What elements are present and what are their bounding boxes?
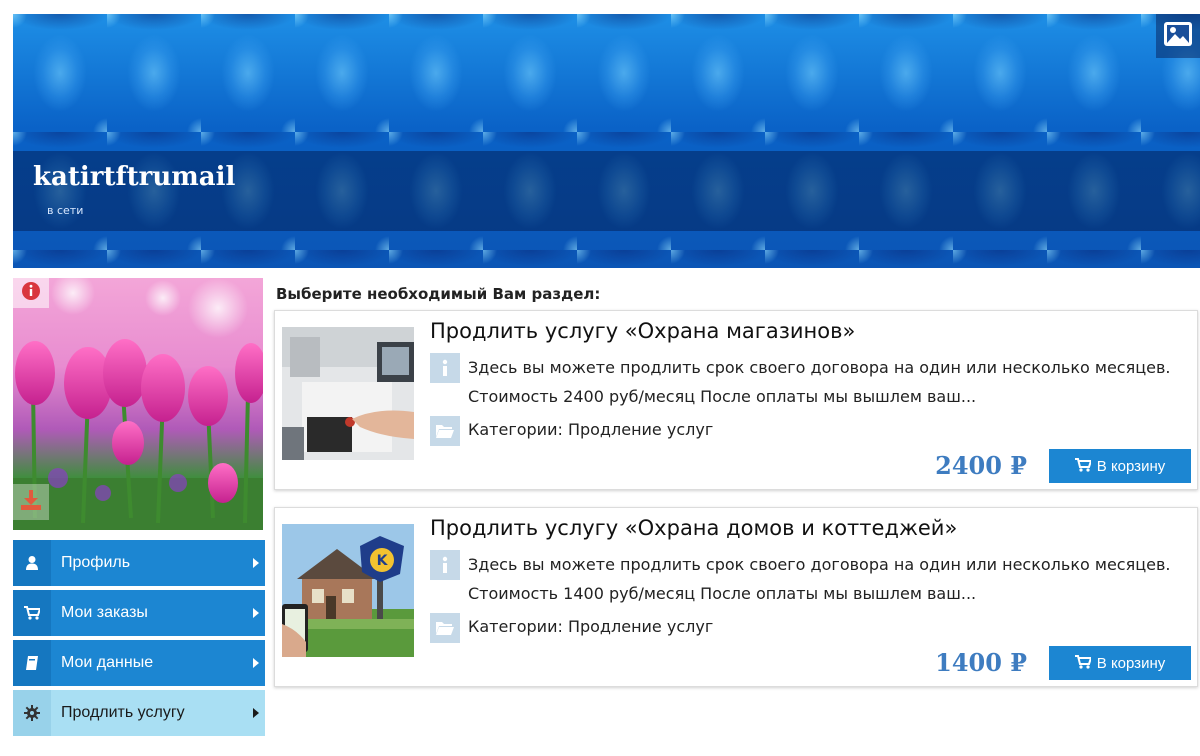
book-icon bbox=[13, 640, 51, 686]
username: katirtftrumail bbox=[33, 162, 236, 192]
product-description: Здесь вы можете продлить срок своего дог… bbox=[468, 358, 1171, 406]
cart-icon bbox=[13, 590, 51, 636]
cart-icon bbox=[1074, 457, 1093, 476]
chevron-right-icon bbox=[253, 708, 259, 718]
add-to-cart-button[interactable]: В корзину bbox=[1049, 449, 1191, 483]
avatar bbox=[13, 278, 263, 530]
product-price: 1400 ₽ bbox=[935, 648, 1027, 677]
product-category[interactable]: Категории: Продление услуг bbox=[468, 617, 713, 636]
info-icon bbox=[21, 281, 41, 305]
download-icon bbox=[19, 489, 43, 515]
product-category[interactable]: Категории: Продление услуг bbox=[468, 420, 713, 439]
sidebar-item-orders[interactable]: Мои заказы bbox=[13, 590, 265, 636]
change-cover-button[interactable] bbox=[1156, 14, 1200, 58]
sidebar-item-label: Мои данные bbox=[61, 654, 154, 671]
chevron-right-icon bbox=[253, 558, 259, 568]
image-icon bbox=[1163, 21, 1193, 51]
product-image[interactable]: K bbox=[282, 524, 414, 657]
sidebar-item-my-data[interactable]: Мои данные bbox=[13, 640, 265, 686]
cart-icon bbox=[1074, 654, 1093, 673]
chevron-right-icon bbox=[253, 658, 259, 668]
online-status: в сети bbox=[47, 204, 84, 217]
product-card: Продлить услугу «Охрана магазинов» Здесь… bbox=[274, 310, 1198, 490]
sidebar-item-extend-service[interactable]: Продлить услугу bbox=[13, 690, 265, 736]
info-icon bbox=[430, 550, 460, 580]
sidebar-item-profile[interactable]: Профиль bbox=[13, 540, 265, 586]
add-to-cart-label: В корзину bbox=[1096, 457, 1166, 475]
section-title: Выберите необходимый Вам раздел: bbox=[276, 285, 601, 303]
add-to-cart-button[interactable]: В корзину bbox=[1049, 646, 1191, 680]
sidebar-item-label: Профиль bbox=[61, 554, 131, 571]
product-price: 2400 ₽ bbox=[935, 451, 1027, 480]
gear-icon bbox=[13, 690, 51, 736]
avatar-info-button[interactable] bbox=[13, 278, 49, 308]
product-title[interactable]: Продлить услугу «Охрана домов и коттедже… bbox=[430, 516, 957, 540]
profile-banner: katirtftrumail в сети bbox=[13, 14, 1200, 268]
sidebar-menu: Профиль Мои заказы Мои данные Продлить у… bbox=[13, 540, 265, 740]
add-to-cart-label: В корзину bbox=[1096, 654, 1166, 672]
folder-icon bbox=[430, 613, 460, 643]
sidebar-item-label: Мои заказы bbox=[61, 604, 148, 621]
user-icon bbox=[13, 540, 51, 586]
svg-text:K: K bbox=[377, 553, 389, 569]
product-card: K Продлить услугу «Охрана домов и коттед… bbox=[274, 507, 1198, 687]
avatar-download-button[interactable] bbox=[13, 484, 49, 520]
sidebar-item-label: Продлить услугу bbox=[61, 704, 185, 721]
folder-icon bbox=[430, 416, 460, 446]
chevron-right-icon bbox=[253, 608, 259, 618]
info-icon bbox=[430, 353, 460, 383]
product-image[interactable] bbox=[282, 327, 414, 460]
product-description: Здесь вы можете продлить срок своего дог… bbox=[468, 555, 1171, 603]
product-title[interactable]: Продлить услугу «Охрана магазинов» bbox=[430, 319, 855, 343]
